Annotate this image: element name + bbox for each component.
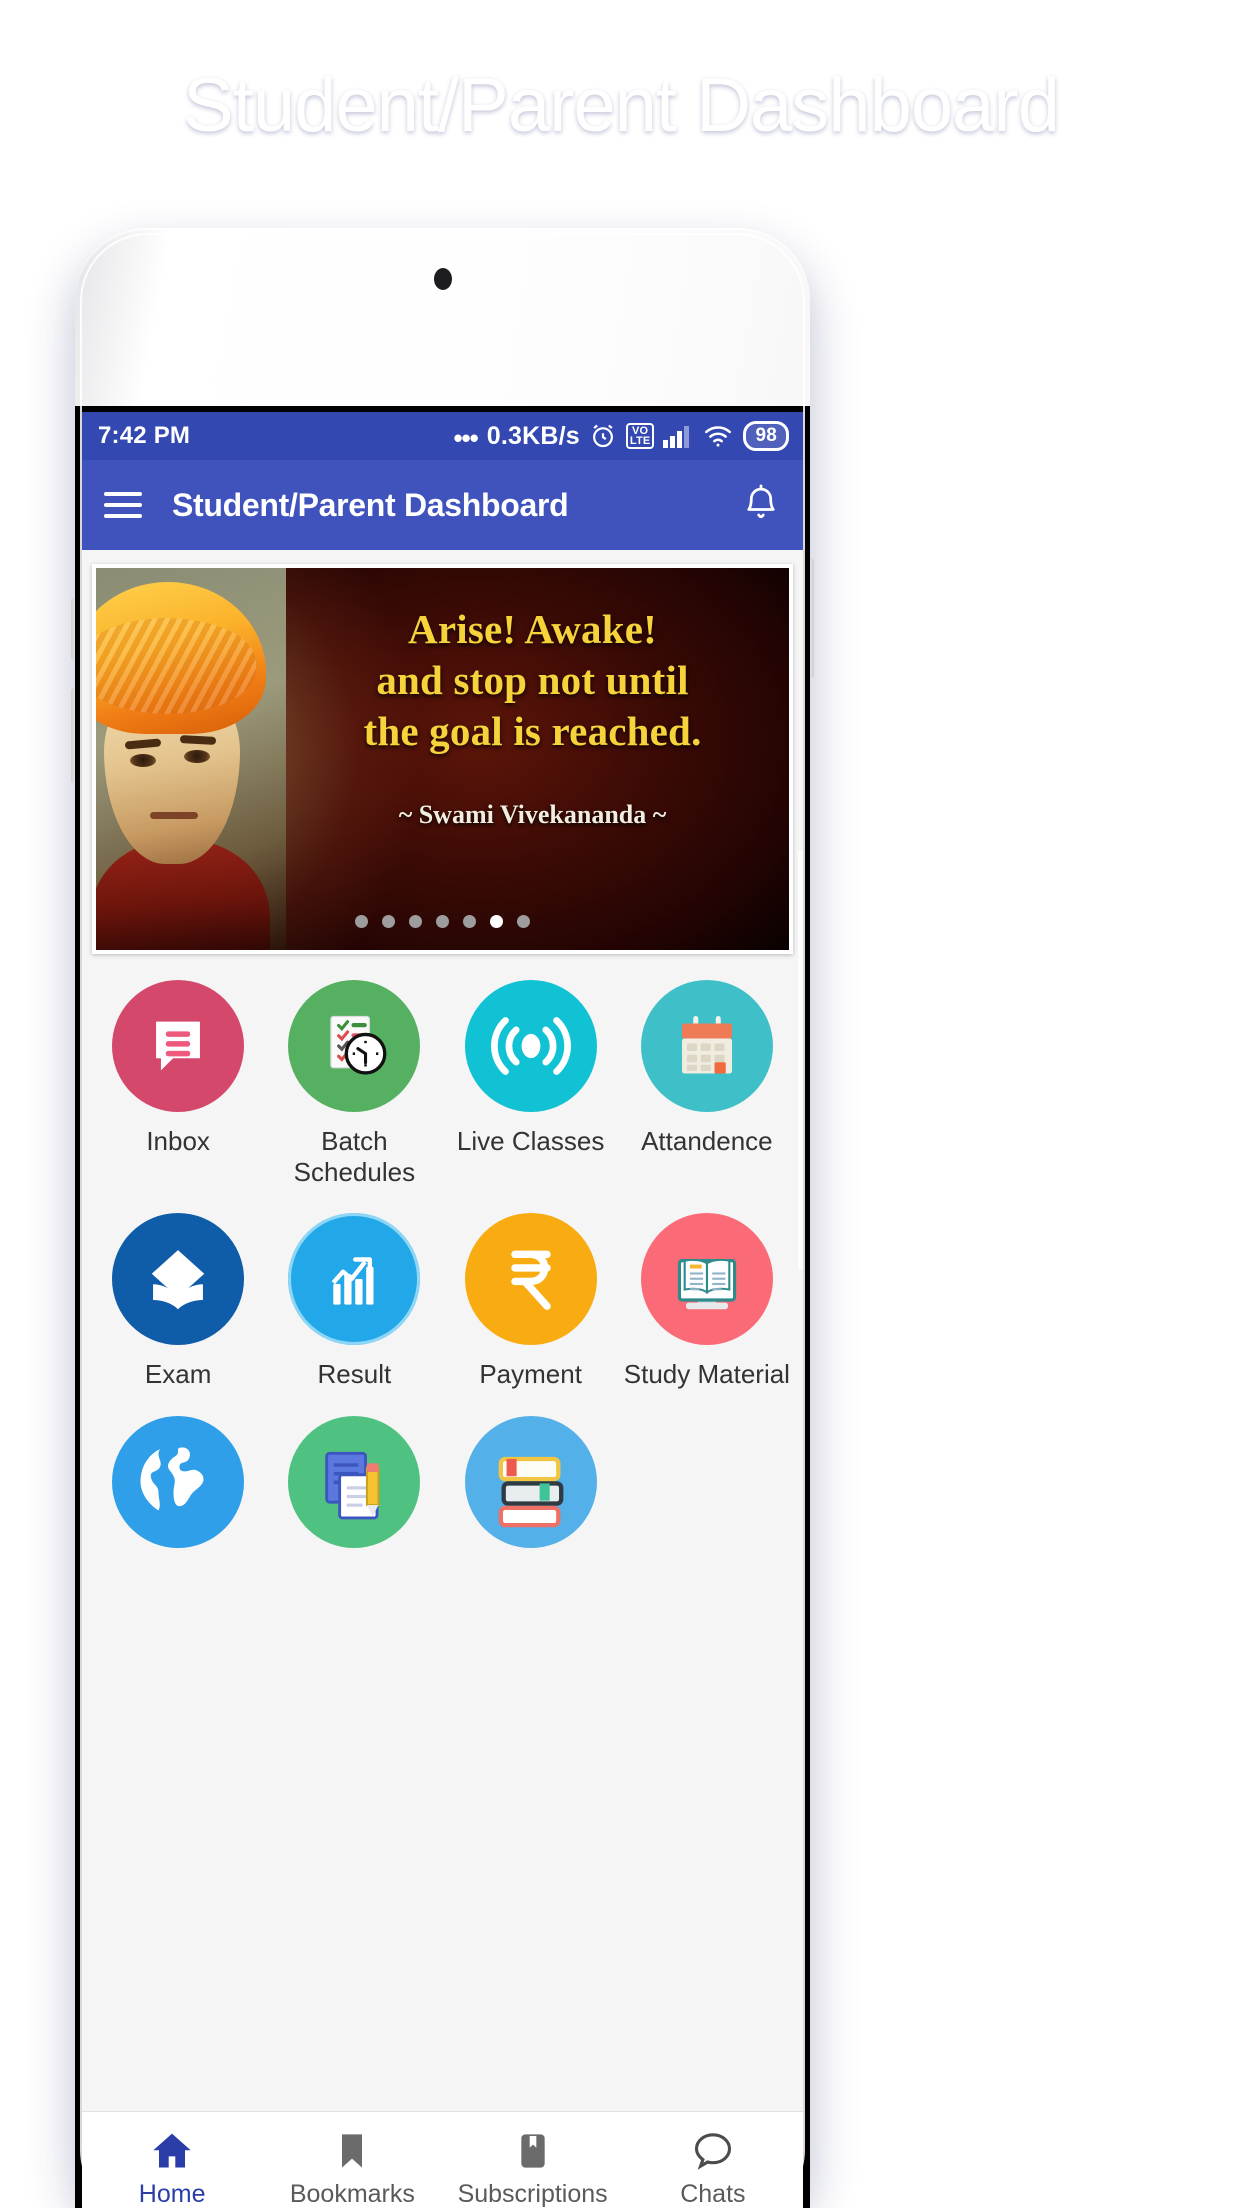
quote-line-2: and stop not until [376,656,689,703]
quote-line-1: Arise! Awake! [408,606,657,652]
nav-item-home[interactable]: Home [82,2126,262,2208]
nav-item-label: Home [138,2180,206,2208]
page-title: Student/Parent Dashboard [183,63,1060,148]
promo-banner-carousel[interactable]: Arise! Awake! and stop not until the goa… [92,564,793,954]
battery-indicator: 98 [743,421,789,451]
home-icon [82,2126,262,2176]
grid-item-globe[interactable] [90,1416,266,1562]
inbox-chat-icon [112,980,245,1112]
status-time: 7:42 PM [98,422,191,449]
chat-bubble-icon [623,2126,803,2176]
swami-vivekananda-portrait [96,568,286,950]
broadcast-signal-icon [464,980,597,1112]
phone-screen: 7:42 PM ••• 0.3KB/s VO LTE 98 Student/Pa… [75,406,810,2208]
nav-item-label: Chats [680,2180,746,2208]
grid-item-label: Inbox [146,1126,210,1156]
bar-chart-growth-icon [288,1213,421,1346]
bell-icon[interactable] [741,482,781,529]
data-activity-icon: ••• [453,423,478,453]
carousel-dot-active[interactable] [490,915,503,928]
banner-author: ~ Swami Vivekananda ~ [398,800,667,829]
nav-item-subscriptions[interactable]: Subscriptions [443,2126,623,2208]
carousel-dots[interactable] [96,915,789,928]
documents-pencil-icon [288,1416,421,1549]
clipboard-clock-icon [288,980,421,1112]
nav-item-label: Subscriptions [457,2180,608,2208]
quote-line-3: the goal is reached. [363,707,702,754]
proximity-sensor-icon [433,268,452,290]
app-bar: Student/Parent Dashboard [82,460,803,550]
book-monitor-icon [640,1213,773,1346]
content-scrollbar[interactable] [798,850,803,1270]
nav-item-bookmarks[interactable]: Bookmarks [262,2126,442,2208]
grid-item-attandence[interactable]: Attandence [619,980,795,1187]
carousel-dot[interactable] [355,915,368,928]
network-speed-label: 0.3KB/s [486,421,580,450]
banner-quote: Arise! Awake! and stop not until the goa… [286,604,779,756]
hamburger-menu-icon[interactable] [104,492,142,518]
nav-item-chats[interactable]: Chats [623,2126,803,2208]
grid-item-payment[interactable]: Payment [443,1213,619,1390]
wifi-icon [702,424,734,448]
bottom-navigation-bar: Home Bookmarks Subscriptions Chats [82,2111,803,2208]
app-bar-title: Student/Parent Dashboard [172,486,569,523]
grid-item-label: Batch Schedules [293,1126,416,1187]
grid-item-live-classes[interactable]: Live Classes [443,980,619,1187]
nav-item-label: Bookmarks [289,2180,415,2208]
stacked-books-icon [464,1416,597,1549]
volte-icon: VO LTE [625,422,655,450]
grid-item-books[interactable] [443,1416,619,1562]
rupee-coin-icon [464,1213,597,1346]
signal-bars-icon [663,424,693,448]
grid-item-label: Attandence [641,1126,773,1156]
grid-item-label: Exam [144,1359,212,1390]
grid-item-exam[interactable]: Exam [90,1213,266,1390]
alarm-clock-icon [589,422,617,450]
grid-item-label: Live Classes [456,1126,605,1156]
grid-item-batch-schedules[interactable]: Batch Schedules [266,980,442,1187]
graduation-cap-icon [112,1213,245,1346]
grid-item-result[interactable]: Result [266,1213,442,1390]
dashboard-content: Arise! Awake! and stop not until the goa… [82,550,803,2111]
grid-item-inbox[interactable]: Inbox [90,980,266,1187]
grid-item-study-material[interactable]: Study Material [619,1213,795,1390]
carousel-dot[interactable] [517,915,530,928]
status-bar: 7:42 PM ••• 0.3KB/s VO LTE 98 [82,412,803,460]
grid-item-label: Study Material [623,1359,790,1390]
subscriptions-icon [443,2126,623,2176]
grid-item-documents[interactable] [266,1416,442,1562]
calendar-icon [640,980,773,1112]
carousel-dot[interactable] [382,915,395,928]
carousel-dot[interactable] [463,915,476,928]
globe-icon [112,1416,245,1549]
carousel-dot[interactable] [409,915,422,928]
grid-item-label: Payment [479,1359,582,1390]
grid-item-label: Result [317,1359,392,1390]
bookmark-icon [262,2126,442,2176]
phone-mockup: 7:42 PM ••• 0.3KB/s VO LTE 98 Student/Pa… [71,228,814,2208]
dashboard-icon-grid: Inbox Batch Schedules Live Classes Attan… [82,954,803,1562]
carousel-dot[interactable] [436,915,449,928]
